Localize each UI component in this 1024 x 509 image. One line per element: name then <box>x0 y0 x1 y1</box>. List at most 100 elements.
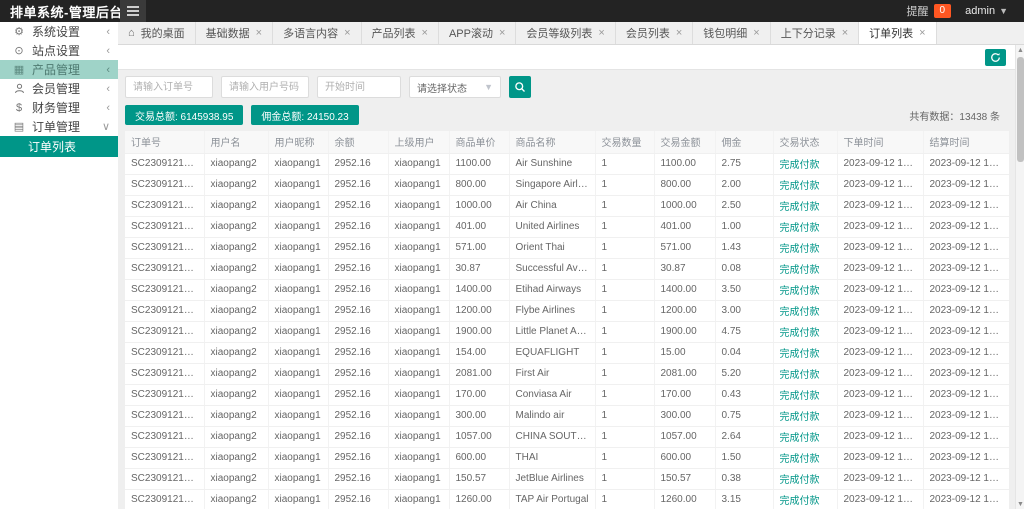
tab-close-icon[interactable]: × <box>598 28 604 39</box>
table-row: SC23091216232125xiaopang2xiaopang12952.1… <box>125 321 1009 342</box>
site-icon: ⊙ <box>12 44 26 57</box>
order-table-body: SC23091216223107xiaopang2xiaopang12952.1… <box>125 153 1009 509</box>
tab-close-icon[interactable]: × <box>499 28 505 39</box>
cell-settle-time: 2023-09-12 15:23:14 <box>923 426 1009 447</box>
summary-row: 交易总额: 6145938.95 佣金总额: 24150.23 共有数据：134… <box>125 105 1024 125</box>
cell-parent-user: xiaopang1 <box>388 468 449 489</box>
cell-balance: 2952.16 <box>328 258 388 279</box>
table-row: SC23091216231735xiaopang2xiaopang12952.1… <box>125 300 1009 321</box>
cell-order-no: SC23091216239720 <box>125 384 204 405</box>
cell-trade-amount: 571.00 <box>654 237 715 258</box>
cell-nickname: xiaopang1 <box>268 153 328 174</box>
tab-updown-record[interactable]: 上下分记录× <box>771 22 859 44</box>
cell-commission: 3.50 <box>715 279 773 300</box>
cell-settle-time: 2023-09-12 15:22:55 <box>923 216 1009 237</box>
cell-nickname: xiaopang1 <box>268 279 328 300</box>
tab-label: 基础数据 <box>206 25 250 41</box>
cell-trade-amount: 300.00 <box>654 405 715 426</box>
user-no-input[interactable] <box>221 76 309 98</box>
tab-close-icon[interactable]: × <box>422 28 428 39</box>
cell-settle-time: 2023-09-12 15:23:09 <box>923 363 1009 384</box>
tab-app-scroll[interactable]: APP滚动× <box>439 22 516 44</box>
sidebar-item-product-manage[interactable]: ▦产品管理‹ <box>0 60 118 79</box>
sidebar-item-site-settings[interactable]: ⊙站点设置‹ <box>0 41 118 60</box>
hamburger-menu-icon[interactable] <box>120 0 146 22</box>
cell-commission: 4.75 <box>715 321 773 342</box>
cell-product-name: United Airlines <box>509 216 595 237</box>
cell-username: xiaopang2 <box>204 342 268 363</box>
tab-wallet-detail[interactable]: 钱包明细× <box>693 22 770 44</box>
sidebar-item-finance-manage[interactable]: $财务管理‹ <box>0 98 118 117</box>
scrollbar-thumb[interactable] <box>1017 57 1024 162</box>
sidebar-item-system-settings[interactable]: ⚙系统设置‹ <box>0 22 118 41</box>
tab-member-level-list[interactable]: 会员等级列表× <box>516 22 615 44</box>
tab-close-icon[interactable]: × <box>919 28 925 39</box>
cell-parent-user: xiaopang1 <box>388 216 449 237</box>
cell-order-no: SC23091216232997 <box>125 279 204 300</box>
table-header-row: 订单号用户名用户昵称余额上级用户商品单价商品名称交易数量交易金额佣金交易状态下单… <box>125 131 1009 153</box>
cell-balance: 2952.16 <box>328 363 388 384</box>
cell-balance: 2952.16 <box>328 405 388 426</box>
search-button[interactable] <box>509 76 531 98</box>
table-row: SC23091216239720xiaopang2xiaopang12952.1… <box>125 384 1009 405</box>
cell-product-name: Air China <box>509 195 595 216</box>
col-header-nickname: 用户昵称 <box>268 131 328 153</box>
cell-settle-time: 2023-09-12 15:22:53 <box>923 195 1009 216</box>
tab-close-icon[interactable]: × <box>344 28 350 39</box>
start-time-input[interactable] <box>317 76 401 98</box>
cell-commission: 1.50 <box>715 447 773 468</box>
cell-username: xiaopang2 <box>204 195 268 216</box>
cell-settle-time: 2023-09-12 15:23:18 <box>923 468 1009 489</box>
cell-commission: 1.43 <box>715 237 773 258</box>
cell-unit-price: 1100.00 <box>449 153 509 174</box>
sidebar-item-order-manage[interactable]: ▤订单管理∨ <box>0 117 118 136</box>
tab-product-list[interactable]: 产品列表× <box>362 22 439 44</box>
order-icon: ▤ <box>12 120 26 133</box>
cell-unit-price: 1260.00 <box>449 489 509 509</box>
cell-balance: 2952.16 <box>328 237 388 258</box>
cell-nickname: xiaopang1 <box>268 216 328 237</box>
tab-order-list[interactable]: 订单列表× <box>859 22 936 44</box>
cell-settle-time: 2023-09-12 15:23:04 <box>923 300 1009 321</box>
cell-settle-time: 2023-09-12 15:22:49 <box>923 153 1009 174</box>
cell-commission: 5.20 <box>715 363 773 384</box>
table-row: SC23091216232538xiaopang2xiaopang12952.1… <box>125 363 1009 384</box>
tab-close-icon[interactable]: × <box>753 28 759 39</box>
tab-desktop[interactable]: ⌂我的桌面 <box>118 22 196 44</box>
tab-basic-data[interactable]: 基础数据 × <box>196 22 273 44</box>
cell-unit-price: 1057.00 <box>449 426 509 447</box>
cell-commission: 3.15 <box>715 489 773 509</box>
notice-link[interactable]: 提醒 0 <box>907 3 952 19</box>
tab-close-icon[interactable]: × <box>842 28 848 39</box>
sidebar-item-member-manage[interactable]: 会员管理‹ <box>0 79 118 98</box>
tab-multilang-content[interactable]: 多语言内容 × <box>273 22 361 44</box>
user-menu[interactable]: admin ▼ <box>965 5 1008 17</box>
cell-order-time: 2023-09-12 15:22:54 <box>837 216 923 237</box>
cell-trade-amount: 170.00 <box>654 384 715 405</box>
tab-member-list[interactable]: 会员列表× <box>616 22 693 44</box>
refresh-button[interactable] <box>985 49 1006 66</box>
tab-close-icon[interactable]: × <box>256 28 262 39</box>
cell-trade-amount: 401.00 <box>654 216 715 237</box>
order-table-wrap: 订单号用户名用户昵称余额上级用户商品单价商品名称交易数量交易金额佣金交易状态下单… <box>125 131 1009 509</box>
cell-trade-status: 完成付款 <box>773 258 837 279</box>
cell-settle-time: 2023-09-12 15:23:08 <box>923 342 1009 363</box>
cell-trade-qty: 1 <box>595 321 654 342</box>
chevron-left-icon: ‹ <box>106 45 110 57</box>
cell-product-name: Malindo air <box>509 405 595 426</box>
vertical-scrollbar[interactable]: ▲ ▼ <box>1015 45 1024 509</box>
cell-commission: 0.75 <box>715 405 773 426</box>
cell-product-name: Little Planet Airlines <box>509 321 595 342</box>
col-header-balance: 余额 <box>328 131 388 153</box>
scroll-up-icon[interactable]: ▲ <box>1016 45 1024 55</box>
scroll-down-icon[interactable]: ▼ <box>1016 499 1024 509</box>
tab-close-icon[interactable]: × <box>676 28 682 39</box>
tab-label: 多语言内容 <box>283 25 338 41</box>
cell-order-no: SC23091216232538 <box>125 363 204 384</box>
cell-username: xiaopang2 <box>204 363 268 384</box>
cell-username: xiaopang2 <box>204 174 268 195</box>
order-no-input[interactable] <box>125 76 213 98</box>
status-select[interactable]: 请选择状态 ▼ <box>409 76 501 98</box>
cell-settle-time: 2023-09-12 15:23:06 <box>923 321 1009 342</box>
sidebar-subitem-order-list[interactable]: 订单列表 <box>0 136 118 157</box>
